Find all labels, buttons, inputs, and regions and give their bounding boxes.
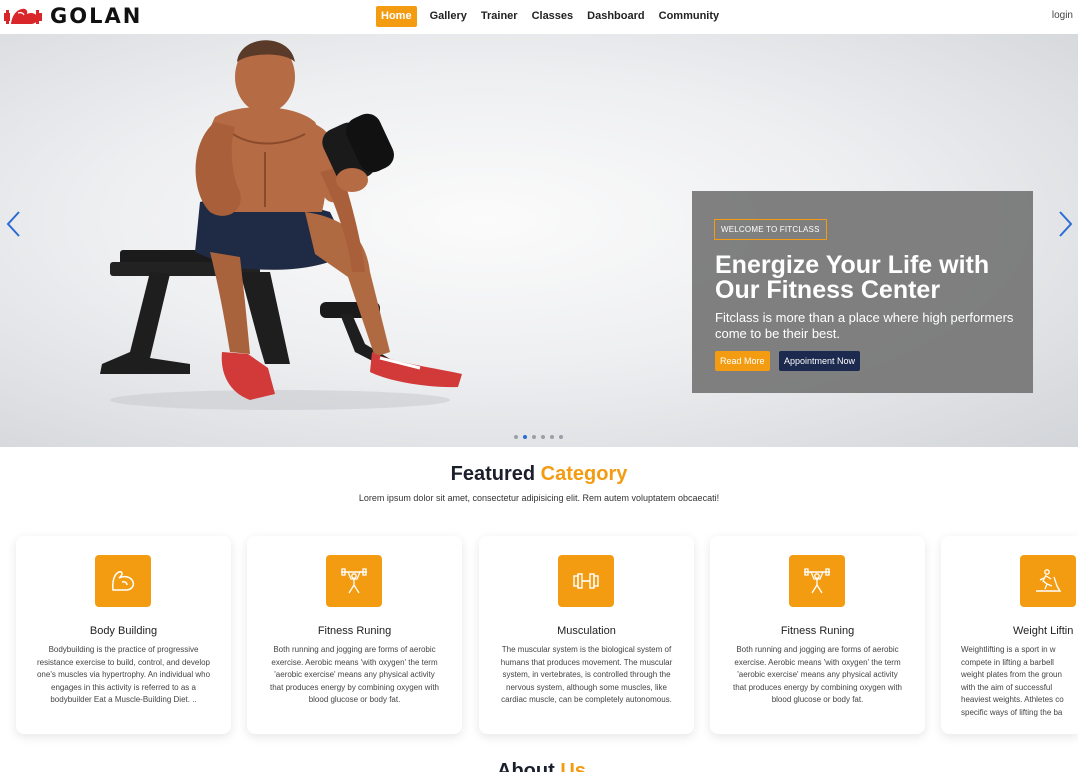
bodybuilder-image: [100, 40, 462, 410]
weightlifter-icon: [341, 568, 367, 594]
hero-text: Fitclass is more than a place where high…: [715, 310, 1014, 341]
carousel-dot[interactable]: [514, 435, 518, 439]
dumbbell-icon: [573, 573, 599, 589]
about-title-main: About: [497, 760, 555, 772]
carousel-dot[interactable]: [523, 435, 527, 439]
card-text: Both running and jogging are forms of ae…: [733, 645, 902, 705]
card-title: Weight Liftin: [1013, 625, 1074, 637]
card-title: Musculation: [557, 625, 616, 637]
navbar: GOLAN Home Gallery Trainer Classes Dashb…: [0, 0, 1078, 34]
category-card[interactable]: Fitness Runing Both running and jogging …: [710, 536, 925, 734]
carousel-next-arrow-icon[interactable]: [1056, 210, 1074, 238]
card-title: Fitness Runing: [780, 625, 855, 637]
about-title-accent: Us: [560, 760, 586, 772]
nav-community[interactable]: Community: [659, 6, 720, 27]
weightlifter-icon: [804, 568, 830, 594]
flexed-arm-icon: [4, 8, 42, 24]
featured-title-accent: Category: [540, 463, 628, 485]
carousel-prev-arrow-icon[interactable]: [5, 210, 23, 238]
hero-caption: WELCOME TO FITCLASS Energize Your Life w…: [692, 191, 1033, 393]
appointment-button[interactable]: Appointment Now: [779, 351, 861, 371]
card-icon-box: [95, 555, 151, 607]
read-more-button[interactable]: Read More: [715, 351, 770, 371]
card-title: Fitness Runing: [317, 625, 392, 637]
carousel-dot[interactable]: [532, 435, 536, 439]
nav-gallery[interactable]: Gallery: [430, 6, 467, 27]
carousel-dot[interactable]: [541, 435, 545, 439]
about-title: About Us: [497, 760, 586, 772]
brand-name: GOLAN: [50, 4, 143, 28]
nav-trainer[interactable]: Trainer: [481, 6, 518, 27]
card-title: Body Building: [89, 625, 158, 637]
carousel-dot[interactable]: [550, 435, 554, 439]
category-card[interactable]: Body Building Bodybuilding is the practi…: [16, 536, 231, 734]
main-nav: Home Gallery Trainer Classes Dashboard C…: [376, 6, 733, 27]
card-icon-box: [326, 555, 382, 607]
featured-title: Featured Category: [0, 463, 1078, 486]
featured-subtitle: Lorem ipsum dolor sit amet, consectetur …: [358, 493, 720, 503]
carousel-dot[interactable]: [559, 435, 563, 439]
category-card[interactable]: Musculation The muscular system is the b…: [479, 536, 694, 734]
hero-title: Energize Your Life with Our Fitness Cent…: [715, 251, 990, 304]
card-icon-box: [558, 555, 614, 607]
card-icon-box: [1020, 555, 1076, 607]
carousel-indicators: [514, 435, 568, 439]
nav-home[interactable]: Home: [376, 6, 417, 27]
card-text: Weightlifting is a sport in w compete in…: [961, 645, 1064, 717]
card-icon-box: [789, 555, 845, 607]
card-text: Bodybuilding is the practice of progress…: [36, 645, 211, 705]
login-link[interactable]: login: [1052, 10, 1073, 21]
treadmill-icon: [1036, 569, 1062, 592]
nav-classes[interactable]: Classes: [532, 6, 574, 27]
featured-title-main: Featured: [450, 463, 536, 485]
flexed-arm-icon: [112, 571, 135, 591]
welcome-tag: WELCOME TO FITCLASS: [714, 219, 827, 240]
card-text: Both running and jogging are forms of ae…: [270, 645, 439, 705]
category-card[interactable]: Weight Liftin Weightlifting is a sport i…: [941, 536, 1078, 734]
card-text: The muscular system is the biological sy…: [500, 645, 673, 705]
category-card[interactable]: Fitness Runing Both running and jogging …: [247, 536, 462, 734]
nav-dashboard[interactable]: Dashboard: [587, 6, 644, 27]
hero-carousel: WELCOME TO FITCLASS Energize Your Life w…: [0, 34, 1078, 447]
brand-logo[interactable]: GOLAN: [4, 4, 142, 28]
